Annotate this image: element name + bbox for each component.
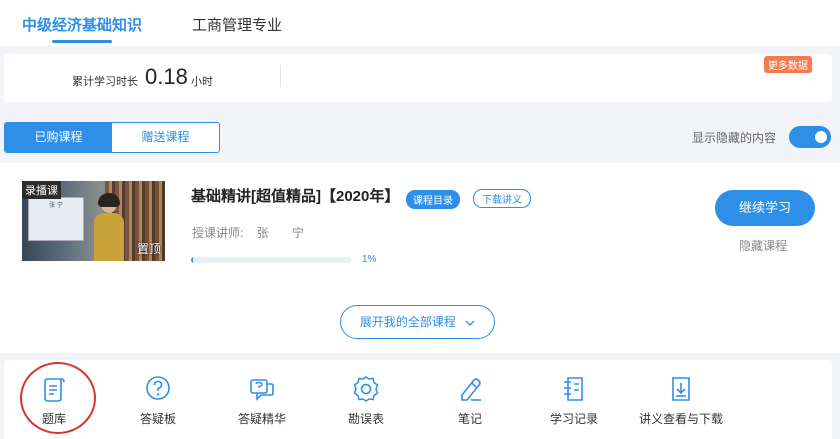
course-type-switch: 已购课程 赠送课程 (4, 122, 220, 153)
course-progress-fill (191, 257, 193, 263)
tool-label: 笔记 (457, 412, 482, 426)
thumbnail-board: 张 宁 (28, 197, 84, 241)
hide-course-link[interactable]: 隐藏课程 (739, 237, 787, 254)
continue-learning-button[interactable]: 继续学习 (715, 190, 815, 226)
study-time-label: 累计学习时长 (72, 76, 138, 88)
highlight-circle (20, 362, 96, 434)
tab-business-management[interactable]: 工商管理专业 (192, 14, 282, 35)
tool-label: 学习记录 (549, 412, 598, 426)
tool-label: 答疑精华 (237, 412, 286, 426)
teacher-info: 授课讲师: 张 宁 (192, 224, 314, 241)
teacher-name: 张 宁 (256, 226, 315, 240)
qa-essence-icon (250, 379, 274, 401)
expand-all-courses-label: 展开我的全部课程 (359, 315, 456, 329)
tool-errata[interactable]: 勘误表 (321, 374, 411, 427)
qa-board-icon (146, 376, 170, 400)
errata-icon (353, 376, 379, 402)
study-stats-panel: 累计学习时长 0.18 小时 更多数据 (4, 54, 832, 102)
study-record-icon (564, 377, 583, 401)
stats-divider (280, 65, 281, 87)
toggle-knob (815, 131, 827, 143)
subject-tabs: 中级经济基础知识 工商管理专业 (0, 0, 840, 46)
course-catalog-button[interactable]: 课程目录 (406, 190, 460, 209)
more-data-button[interactable]: 更多数据 (764, 56, 812, 73)
tool-study-record[interactable]: 学习记录 (529, 374, 619, 427)
recorded-course-tag: 录播课 (22, 181, 61, 199)
course-thumbnail[interactable]: 张 宁 录播课 置顶 (22, 181, 165, 261)
course-progress-bar (191, 257, 352, 263)
tab-gifted-courses[interactable]: 赠送课程 (112, 123, 219, 152)
tool-label: 勘误表 (347, 412, 384, 426)
thumbnail-teacher-name: 张 宁 (49, 203, 63, 209)
teacher-label: 授课讲师: (192, 226, 244, 240)
expand-all-courses-button[interactable]: 展开我的全部课程 (340, 305, 495, 339)
teacher-figure (94, 193, 124, 261)
tool-handout-download[interactable]: 讲义查看与下载 (626, 374, 736, 427)
show-hidden-label: 显示隐藏的内容 (692, 131, 777, 145)
tab-purchased-courses[interactable]: 已购课程 (5, 123, 112, 152)
notes-icon (461, 378, 481, 401)
pin-top-tag: 置顶 (136, 242, 161, 256)
study-time-value: 0.18 (145, 64, 188, 89)
tool-notes[interactable]: 笔记 (425, 374, 515, 427)
tool-qa-board[interactable]: 答疑板 (113, 374, 203, 427)
course-tools-bar: 题库 答疑板 答疑精华 勘误表 笔记 学习记录 讲义查看与下载 (4, 360, 832, 439)
chevron-down-icon (465, 320, 475, 326)
study-time-unit: 小时 (191, 76, 213, 88)
tool-label: 答疑板 (139, 412, 176, 426)
download-handout-button[interactable]: 下载讲义 (473, 189, 531, 208)
tool-qa-essence[interactable]: 答疑精华 (217, 374, 307, 427)
tab-economics-basics[interactable]: 中级经济基础知识 (22, 14, 142, 43)
handout-download-icon (672, 377, 690, 401)
tool-label: 讲义查看与下载 (638, 412, 723, 426)
show-hidden-toggle[interactable] (789, 126, 831, 148)
course-title[interactable]: 基础精讲[超值精品]【2020年】 (191, 185, 399, 206)
course-progress-text: 1% (362, 254, 377, 265)
